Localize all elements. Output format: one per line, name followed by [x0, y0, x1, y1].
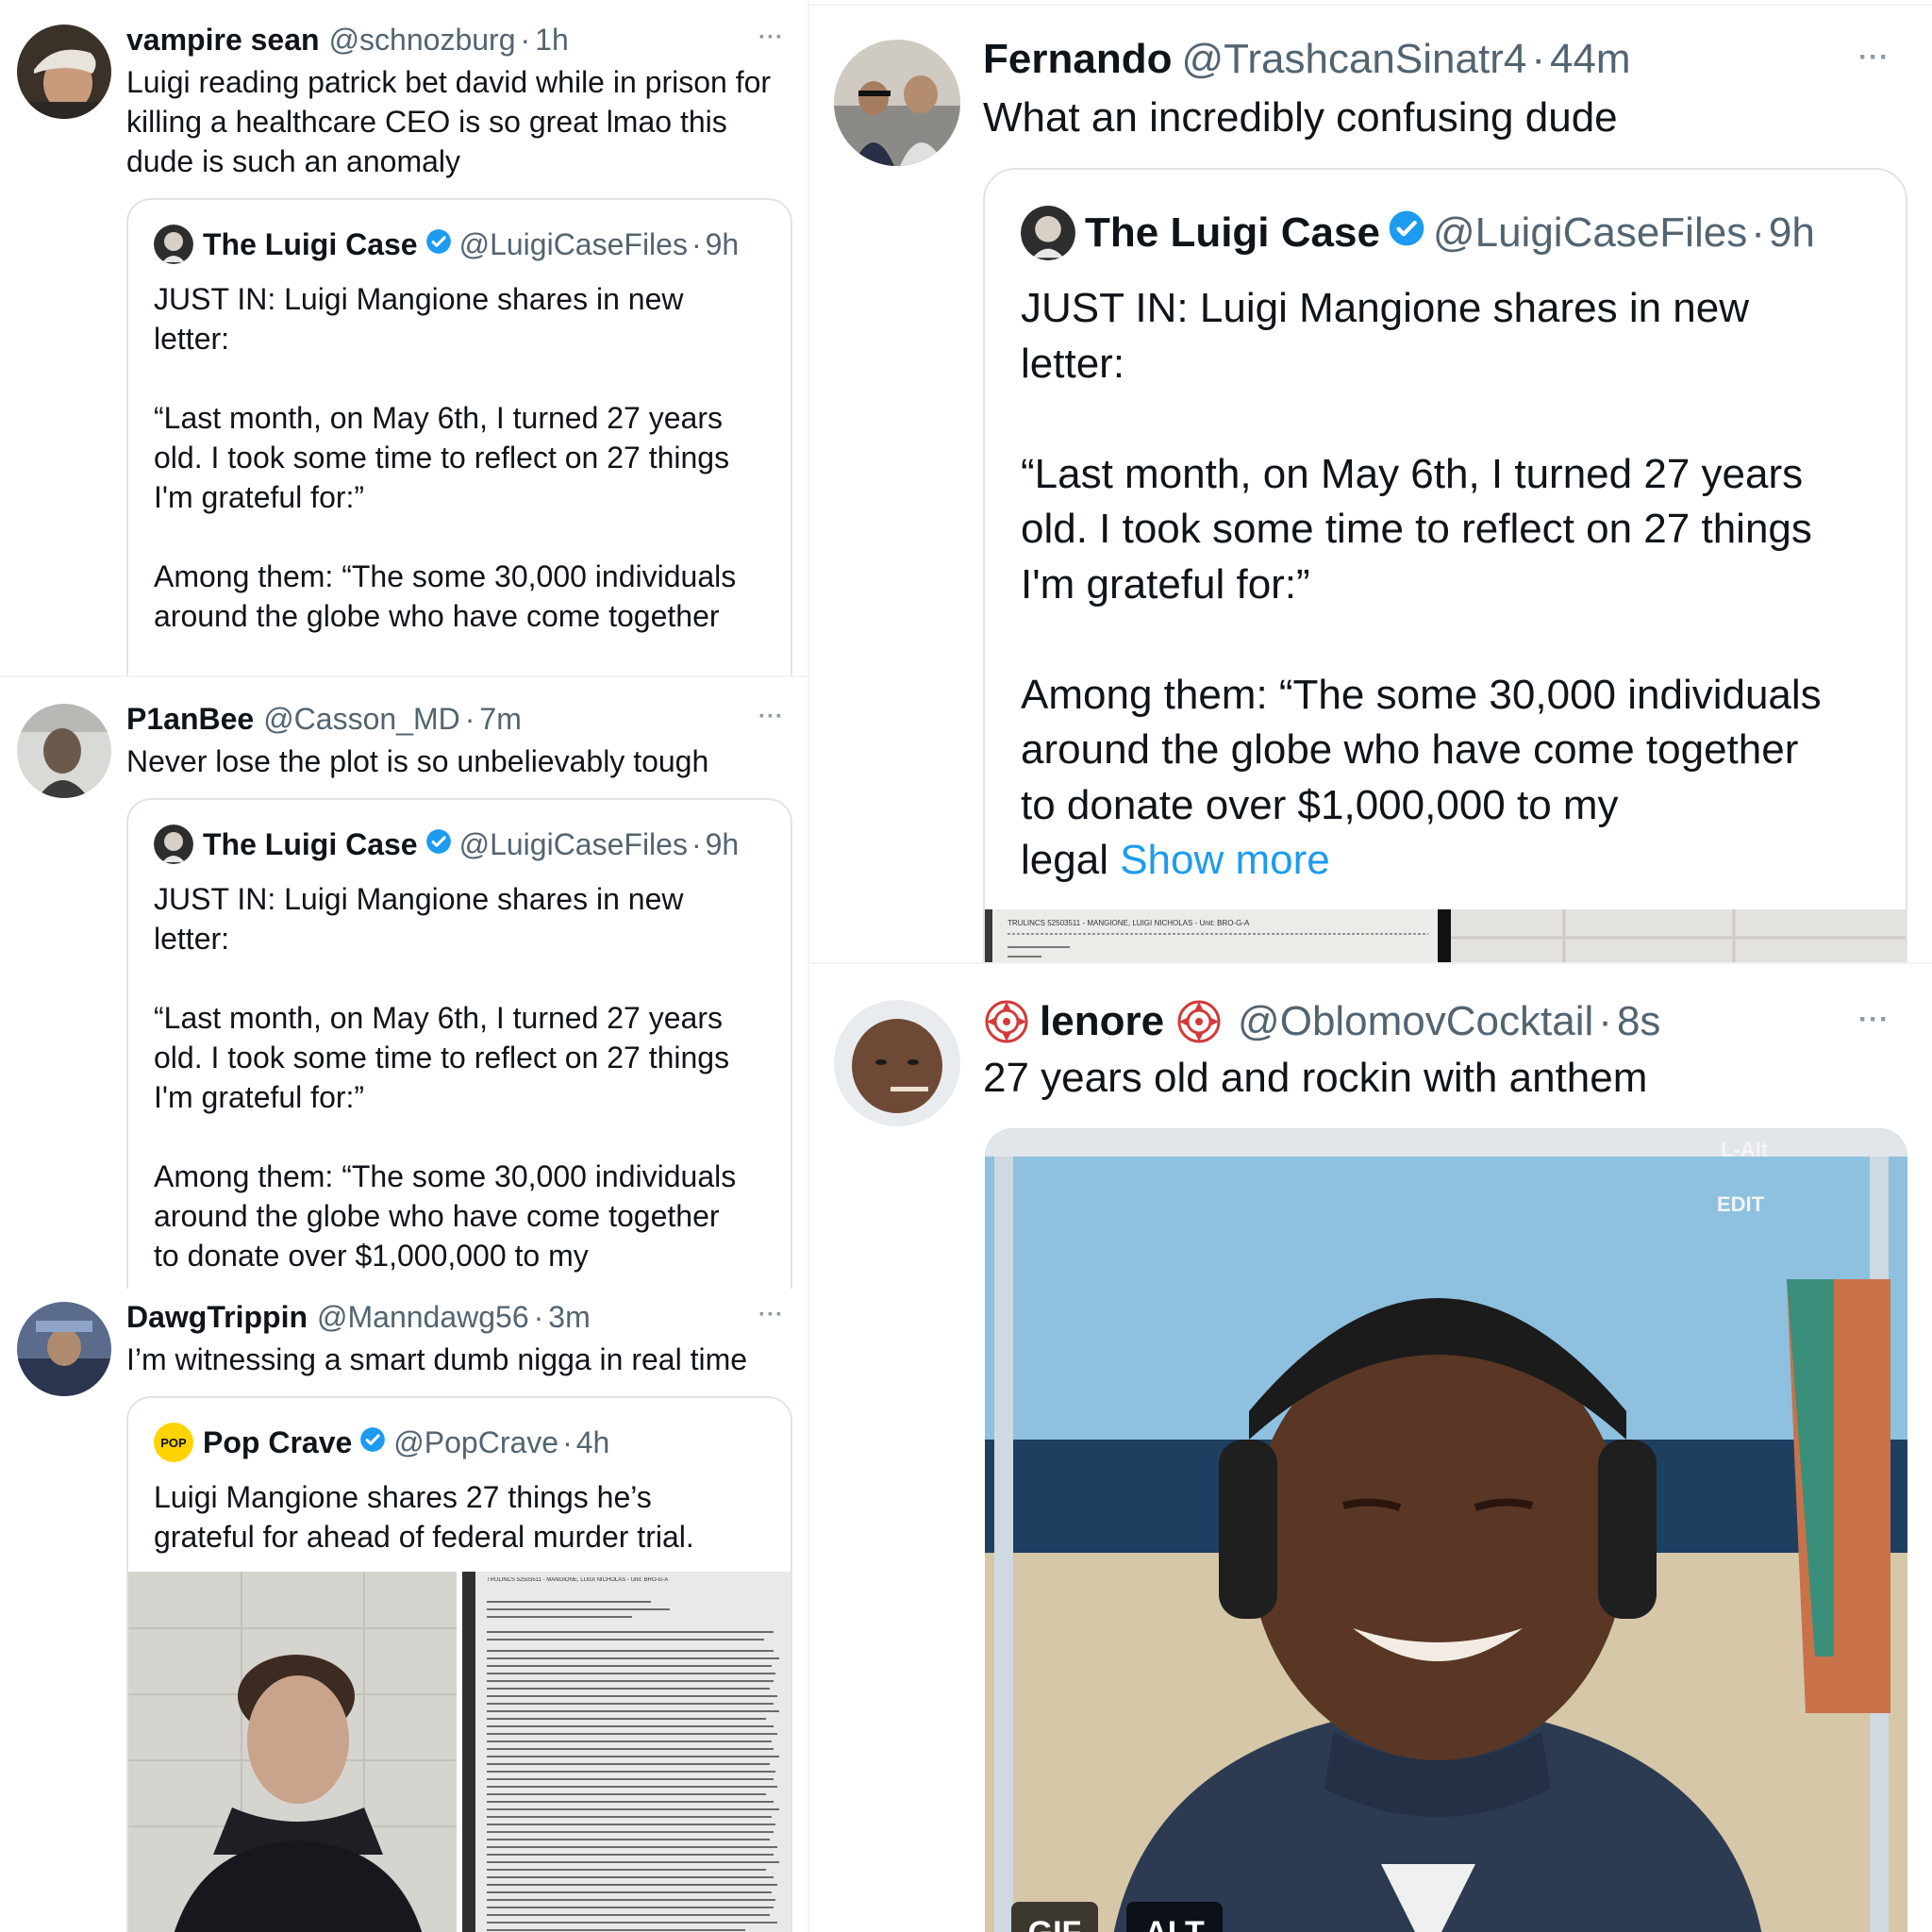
quote-text: JUST IN: Luigi Mangione shares in new le…: [154, 882, 737, 1273]
rose-emoji-icon: [1175, 998, 1223, 1045]
quote-text: JUST IN: Luigi Mangione shares in new le…: [154, 282, 737, 633]
avatar-fernando[interactable]: [834, 40, 960, 166]
more-options-icon[interactable]: ···: [1858, 42, 1890, 74]
separator: ·: [562, 1424, 573, 1459]
quote-text: Luigi Mangione shares 27 things he’s gra…: [154, 1480, 694, 1554]
timestamp[interactable]: 1h: [535, 23, 569, 58]
quote-header: POP Pop Crave @PopCrave · 4h: [154, 1423, 609, 1462]
pop-crave-logo: POP: [154, 1423, 193, 1462]
quote-handle: @LuigiCaseFiles: [1432, 209, 1748, 256]
user-handle[interactable]: @Casson_MD: [263, 702, 460, 737]
letter-image[interactable]: TRULINCS 52503511 - MANGIONE, LUIGI NICH…: [985, 909, 1438, 964]
tweet-header: vampire sean @schnozburg · 1h: [126, 23, 569, 58]
user-handle[interactable]: @schnozburg: [329, 23, 516, 58]
timestamp[interactable]: 3m: [548, 1300, 590, 1335]
verified-badge-icon: [425, 827, 452, 862]
tweet-header: DawgTrippin @Manndawg56 · 3m: [126, 1300, 591, 1335]
show-more-link[interactable]: Show more: [1120, 837, 1330, 883]
quote-display-name: The Luigi Case: [203, 226, 418, 261]
tweet-text: I’m witnessing a smart dumb nigga in rea…: [126, 1342, 748, 1376]
quote-timestamp: 4h: [575, 1424, 610, 1459]
sign-label-top: L-Alt: [1721, 1138, 1769, 1161]
gif-badge[interactable]: GIF: [1011, 1902, 1098, 1932]
tweet-panel-lenore[interactable]: lenore @OblomovCocktail · 8s ··· 27 year…: [809, 964, 1932, 1932]
quote-text-body: JUST IN: Luigi Mangione shares in new le…: [1021, 285, 1822, 883]
tweet-header: lenore @OblomovCocktail · 8s: [983, 998, 1660, 1045]
alt-badge[interactable]: ALT: [1126, 1902, 1223, 1932]
quoted-tweet[interactable]: The Luigi Case @LuigiCaseFiles · 9h JUST…: [126, 198, 792, 677]
pop-crave-logo-text: POP: [160, 1435, 187, 1450]
quote-header: The Luigi Case @LuigiCaseFiles · 9h: [154, 225, 739, 264]
tweet-text: Luigi reading patrick bet david while in…: [126, 65, 772, 178]
quoted-tweet[interactable]: The Luigi Case @LuigiCaseFiles · 9h JUST…: [983, 168, 1907, 964]
tweet-panel-vampire-sean[interactable]: vampire sean @schnozburg · 1h ··· Luigi …: [0, 0, 808, 677]
avatar-luigi-case: [154, 824, 193, 864]
mugshot-image[interactable]: [128, 1572, 457, 1932]
separator: ·: [691, 826, 702, 861]
separator: ·: [533, 1300, 544, 1334]
rose-emoji-icon: [983, 998, 1030, 1045]
quote-header: The Luigi Case @LuigiCaseFiles · 9h: [154, 824, 739, 864]
tweet-panel-dawgtrippin[interactable]: DawgTrippin @Manndawg56 · 3m ··· I’m wit…: [0, 1289, 808, 1932]
letter-image[interactable]: TRULINCS 52503511 - MANGIONE, LUIGI NICH…: [462, 1572, 791, 1932]
tweet-text: What an incredibly confusing dude: [983, 94, 1618, 141]
timestamp[interactable]: 44m: [1550, 36, 1631, 83]
more-options-icon[interactable]: ···: [1858, 1004, 1890, 1036]
avatar-luigi-case: [1021, 206, 1075, 260]
sign-label-bottom: EDIT: [1717, 1192, 1765, 1216]
display-name[interactable]: P1anBee: [126, 702, 254, 737]
separator: ·: [1751, 209, 1765, 256]
more-options-icon[interactable]: ···: [758, 1302, 784, 1328]
quote-display-name: Pop Crave: [203, 1424, 353, 1459]
avatar-p1anbee[interactable]: [17, 704, 111, 798]
user-handle[interactable]: @OblomovCocktail: [1238, 998, 1593, 1045]
timestamp[interactable]: 7m: [479, 702, 521, 737]
quoted-tweet[interactable]: POP Pop Crave @PopCrave · 4h Luigi Mangi…: [126, 1396, 792, 1932]
tweet-header: Fernando @TrashcanSinatr4 · 44m: [983, 36, 1631, 83]
separator: ·: [520, 23, 531, 57]
separator: ·: [1531, 36, 1545, 82]
quote-timestamp: 9h: [1768, 209, 1815, 256]
verified-badge-icon: [1388, 209, 1425, 258]
tweet-panel-fernando[interactable]: Fernando @TrashcanSinatr4 · 44m ··· What…: [809, 0, 1932, 964]
quote-handle: @PopCrave: [393, 1424, 559, 1459]
display-name[interactable]: lenore: [1040, 998, 1164, 1045]
quote-timestamp: 9h: [705, 826, 740, 861]
quote-handle: @LuigiCaseFiles: [458, 826, 688, 861]
separator: ·: [691, 226, 702, 261]
quote-header: The Luigi Case @LuigiCaseFiles · 9h: [1021, 206, 1815, 260]
user-handle[interactable]: @TrashcanSinatr4: [1181, 36, 1526, 83]
gif-media[interactable]: L-Alt EDIT GIF ALT: [985, 1128, 1907, 1932]
display-name[interactable]: DawgTrippin: [126, 1300, 308, 1335]
letter-divider: [1438, 909, 1451, 964]
divider: [809, 4, 1932, 6]
tweet-text: 27 years old and rockin with anthem: [983, 1055, 1648, 1101]
verified-badge-icon: [359, 1425, 386, 1460]
avatar-vampire-sean[interactable]: [17, 25, 111, 119]
more-options-icon[interactable]: ···: [758, 704, 784, 730]
display-name[interactable]: vampire sean: [126, 23, 320, 58]
tweet-text: Never lose the plot is so unbelievably t…: [126, 744, 709, 778]
separator: ·: [1598, 998, 1612, 1044]
avatar-luigi-case: [154, 225, 193, 264]
user-handle[interactable]: @Manndawg56: [317, 1300, 529, 1335]
more-options-icon[interactable]: ···: [758, 25, 784, 51]
timestamp[interactable]: 8s: [1617, 998, 1660, 1045]
quote-display-name: The Luigi Case: [1085, 209, 1380, 256]
avatar-dawgtrippin[interactable]: [17, 1302, 111, 1396]
quoted-tweet[interactable]: The Luigi Case @LuigiCaseFiles · 9h JUST…: [126, 798, 792, 1289]
separator: ·: [464, 702, 475, 736]
tweet-panel-p1anbee[interactable]: P1anBee @Casson_MD · 7m ··· Never lose t…: [0, 677, 808, 1289]
verified-badge-icon: [425, 227, 452, 262]
quote-handle: @LuigiCaseFiles: [458, 226, 688, 261]
quote-timestamp: 9h: [705, 226, 740, 261]
display-name[interactable]: Fernando: [983, 36, 1172, 83]
tweet-header: P1anBee @Casson_MD · 7m: [126, 702, 522, 737]
avatar-lenore[interactable]: [834, 1000, 960, 1126]
quote-text: JUST IN: Luigi Mangione shares in new le…: [1021, 281, 1898, 889]
wall-image[interactable]: [1451, 909, 1906, 964]
quote-display-name: The Luigi Case: [203, 826, 418, 861]
